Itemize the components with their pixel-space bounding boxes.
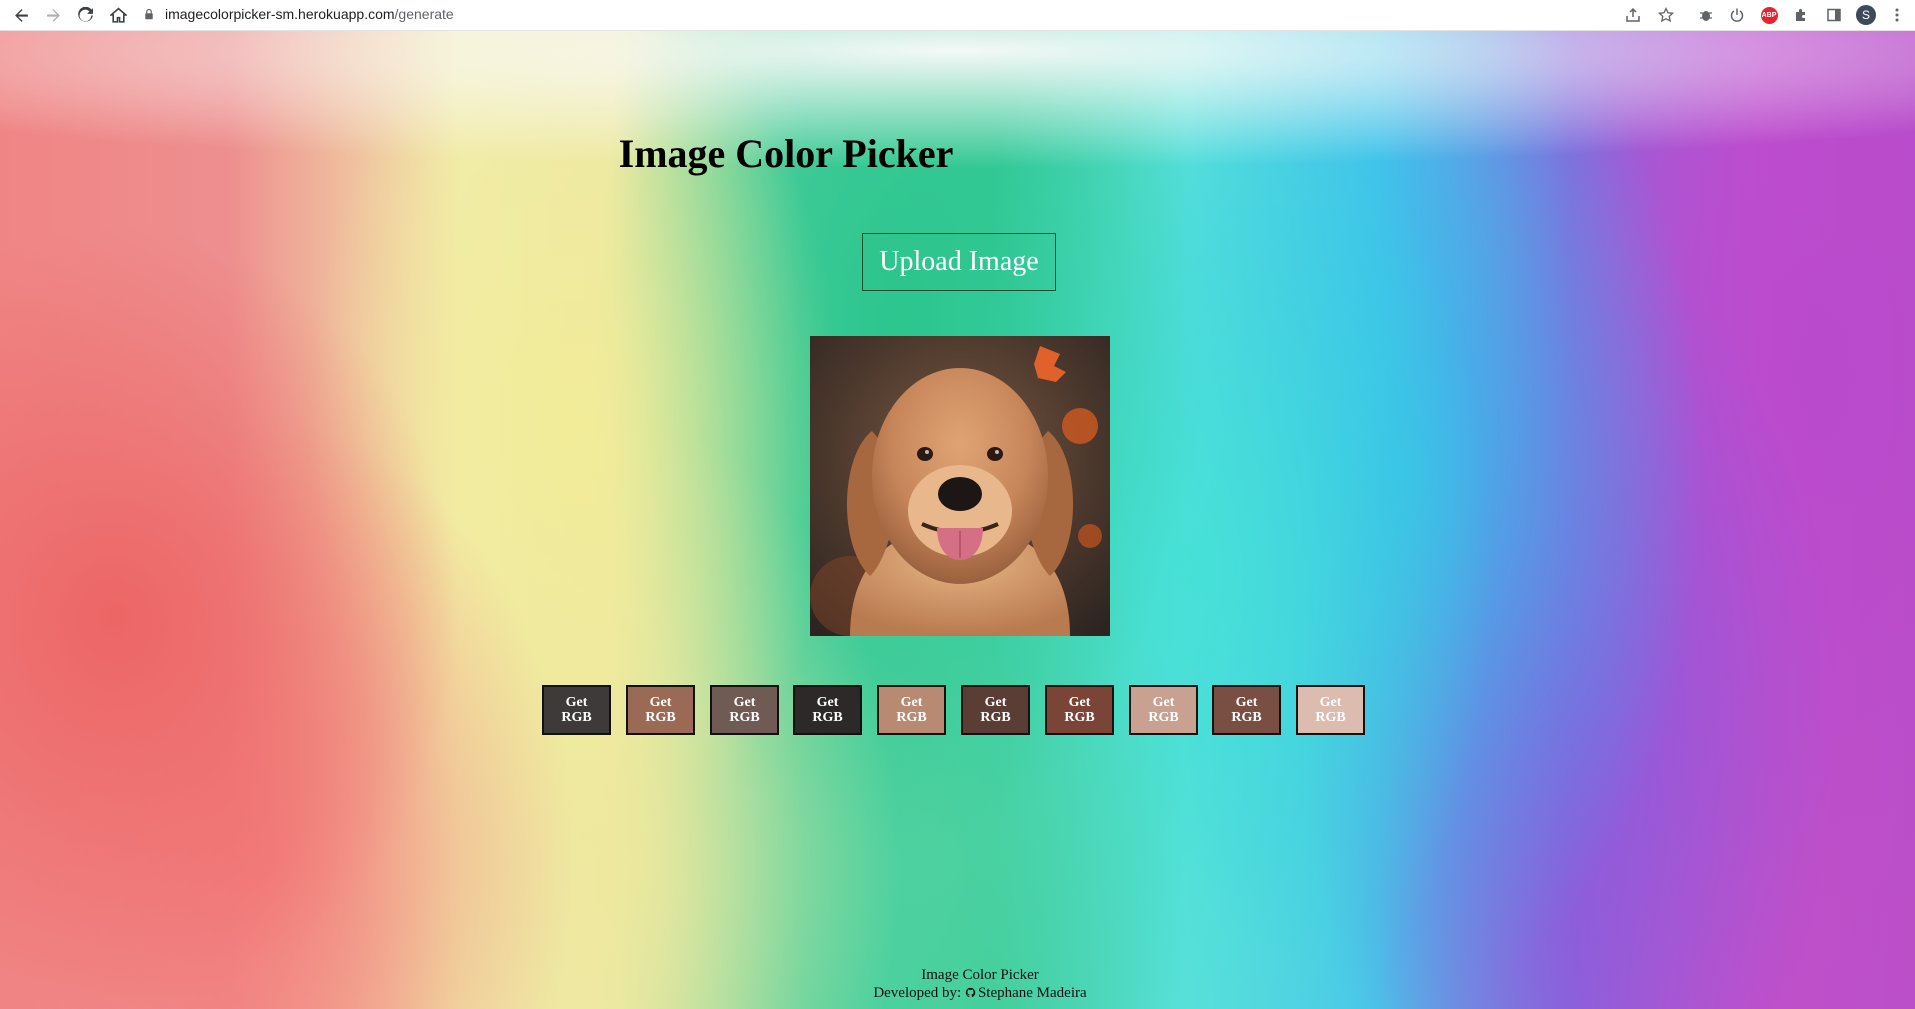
url-path: /generate [394,5,454,22]
extension-power-icon[interactable] [1726,4,1748,26]
get-rgb-button-2[interactable]: Get RGB [626,685,695,735]
kebab-menu-icon[interactable] [1886,4,1908,26]
get-rgb-button-8[interactable]: Get RGB [1129,685,1198,735]
reload-icon[interactable] [73,3,97,27]
adblock-icon[interactable]: ABP [1758,4,1780,26]
extensions-puzzle-icon[interactable] [1790,4,1812,26]
footer-credit: Developed by: Stephane Madeira [0,984,1915,1002]
footer-title: Image Color Picker [921,967,1039,983]
page-title: Image Color Picker [618,131,954,176]
back-arrow-icon[interactable] [9,3,33,27]
browser-toolbar: imagecolorpicker-sm.herokuapp.com/genera… [0,0,1915,31]
get-rgb-button-1[interactable]: Get RGB [542,685,611,735]
profile-avatar[interactable]: S [1855,4,1877,26]
get-rgb-button-10[interactable]: Get RGB [1296,685,1365,735]
extension-bug-icon[interactable] [1695,4,1717,26]
footer-credit-prefix: Developed by: [873,985,962,1001]
get-rgb-button-6[interactable]: Get RGB [961,685,1030,735]
get-rgb-button-7[interactable]: Get RGB [1045,685,1114,735]
footer: Image Color Picker Developed by: Stephan… [0,966,1915,1002]
share-icon[interactable] [1622,4,1644,26]
page-content: Image Color Picker Upload Image Get RGB … [0,31,1915,1009]
side-panel-icon[interactable] [1823,4,1845,26]
uploaded-image [810,336,1110,636]
address-bar[interactable]: imagecolorpicker-sm.herokuapp.com/genera… [137,1,1787,26]
upload-image-button[interactable]: Upload Image [862,233,1056,291]
get-rgb-button-5[interactable]: Get RGB [877,685,946,735]
footer-author-link[interactable]: Stephane Madeira [978,985,1087,1001]
color-swatch-row: Get RGB Get RGB Get RGB Get RGB Get RGB Get RGB Get R… [542,685,1372,735]
get-rgb-button-4[interactable]: Get RGB [793,685,862,735]
lock-icon[interactable] [141,6,157,22]
get-rgb-button-9[interactable]: Get RGB [1212,685,1281,735]
forward-arrow-icon[interactable] [41,3,65,27]
url-host: imagecolorpicker-sm.herokuapp.com [165,5,395,22]
home-icon[interactable] [106,3,130,27]
bookmark-star-icon[interactable] [1655,4,1677,26]
get-rgb-button-3[interactable]: Get RGB [710,685,779,735]
github-icon [965,987,976,998]
dog-photo [810,336,1110,636]
